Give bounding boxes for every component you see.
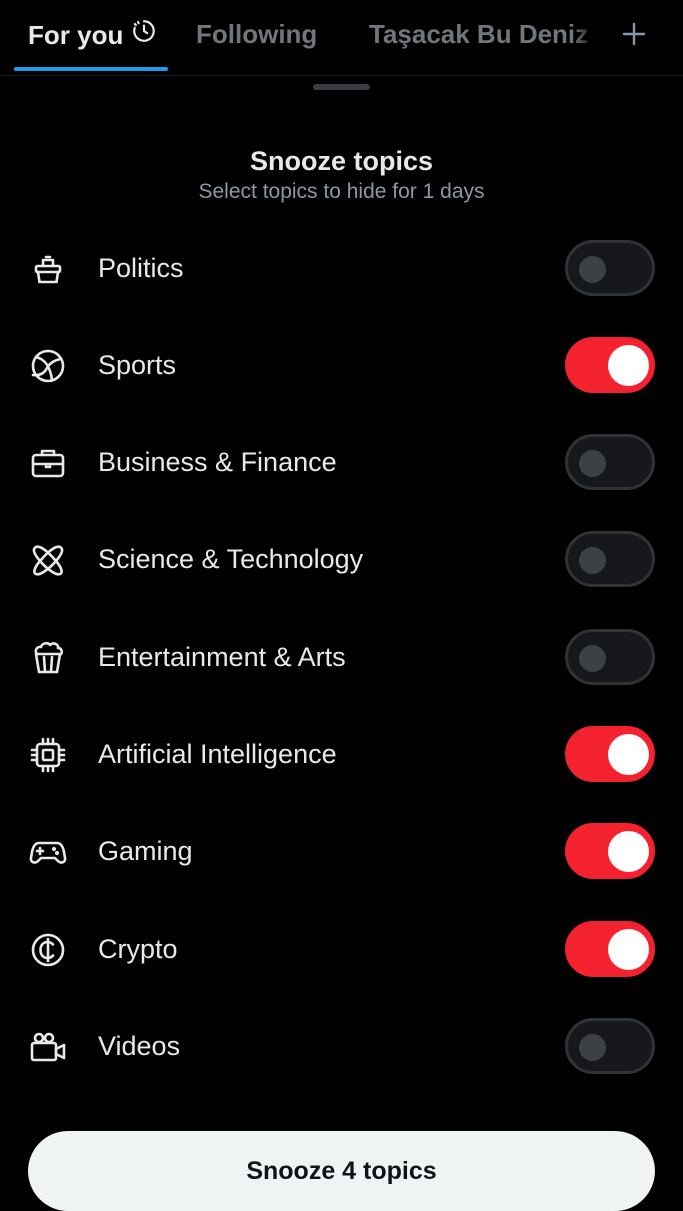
toggle-switch[interactable] xyxy=(565,531,655,587)
toggle-switch[interactable] xyxy=(565,726,655,782)
sheet-drag-handle[interactable] xyxy=(313,84,370,90)
briefcase-icon xyxy=(28,443,68,483)
topic-label: Sports xyxy=(98,350,177,380)
atom-icon xyxy=(28,540,68,580)
topic-label: Gaming xyxy=(98,836,193,866)
active-tab-indicator xyxy=(14,67,168,71)
toggle-switch[interactable] xyxy=(565,240,655,296)
toggle-knob xyxy=(608,929,649,970)
topic-row-politics[interactable]: Politics xyxy=(0,229,683,305)
tab-for-you-label: For you xyxy=(28,19,124,50)
plus-icon xyxy=(620,22,648,56)
crypto-coin-icon xyxy=(28,930,68,970)
topic-row-science-technology[interactable]: Science & Technology xyxy=(0,520,683,596)
topic-label: Politics xyxy=(98,253,184,283)
topic-row-business-finance[interactable]: Business & Finance xyxy=(0,423,683,499)
topic-label: Business & Finance xyxy=(98,447,337,477)
topic-row-gaming[interactable]: Gaming xyxy=(0,812,683,888)
snooze-topics-sheet: Snooze topics Select topics to hide for … xyxy=(0,76,683,1211)
tab-list-tasacak-bu-deniz[interactable]: Taşacak Bu Deniz xyxy=(369,18,601,50)
toggle-switch[interactable] xyxy=(565,434,655,490)
topic-label: Science & Technology xyxy=(98,544,364,574)
topic-label: Videos xyxy=(98,1031,181,1061)
popcorn-icon xyxy=(28,638,68,678)
sheet-subtitle: Select topics to hide for 1 days xyxy=(198,180,485,203)
toggle-switch[interactable] xyxy=(565,337,655,393)
gamepad-icon xyxy=(28,832,68,872)
top-tab-bar: For you Following Taşacak Bu Deniz xyxy=(0,0,683,76)
topic-label: Artificial Intelligence xyxy=(98,739,337,769)
toggle-knob xyxy=(579,1034,606,1061)
toggle-switch[interactable] xyxy=(565,1018,655,1074)
topic-row-crypto[interactable]: Crypto xyxy=(0,910,683,986)
toggle-switch[interactable] xyxy=(565,629,655,685)
toggle-knob xyxy=(579,547,606,574)
toggle-switch[interactable] xyxy=(565,823,655,879)
topic-label: Entertainment & Arts xyxy=(98,642,346,672)
topic-row-sports[interactable]: Sports xyxy=(0,326,683,402)
topic-row-artificial-intelligence[interactable]: Artificial Intelligence xyxy=(0,715,683,791)
tab-following[interactable]: Following xyxy=(196,18,317,50)
toggle-switch[interactable] xyxy=(565,921,655,977)
ballot-box-icon xyxy=(28,249,68,289)
toggle-knob xyxy=(579,645,606,672)
topic-row-videos[interactable]: Videos xyxy=(0,1007,683,1083)
toggle-knob xyxy=(608,345,649,386)
tab-following-label: Following xyxy=(196,19,318,49)
tab-list-label: Taşacak Bu Deniz xyxy=(369,19,589,49)
toggle-knob xyxy=(579,450,606,477)
video-camera-icon xyxy=(28,1027,68,1067)
tab-fade-overlay xyxy=(572,14,608,54)
toggle-knob xyxy=(579,256,606,283)
topic-label: Crypto xyxy=(98,934,178,964)
sheet-title: Snooze topics xyxy=(249,146,433,176)
toggle-knob xyxy=(608,734,649,775)
tab-for-you[interactable]: For you xyxy=(28,18,157,51)
add-tab-button[interactable] xyxy=(620,16,648,57)
topic-row-entertainment-arts[interactable]: Entertainment & Arts xyxy=(0,618,683,694)
chip-icon xyxy=(28,735,68,775)
toggle-knob xyxy=(608,831,649,872)
snooze-topics-button[interactable]: Snooze 4 topics xyxy=(28,1131,655,1211)
history-clock-icon xyxy=(131,18,157,51)
ball-icon xyxy=(28,346,68,386)
